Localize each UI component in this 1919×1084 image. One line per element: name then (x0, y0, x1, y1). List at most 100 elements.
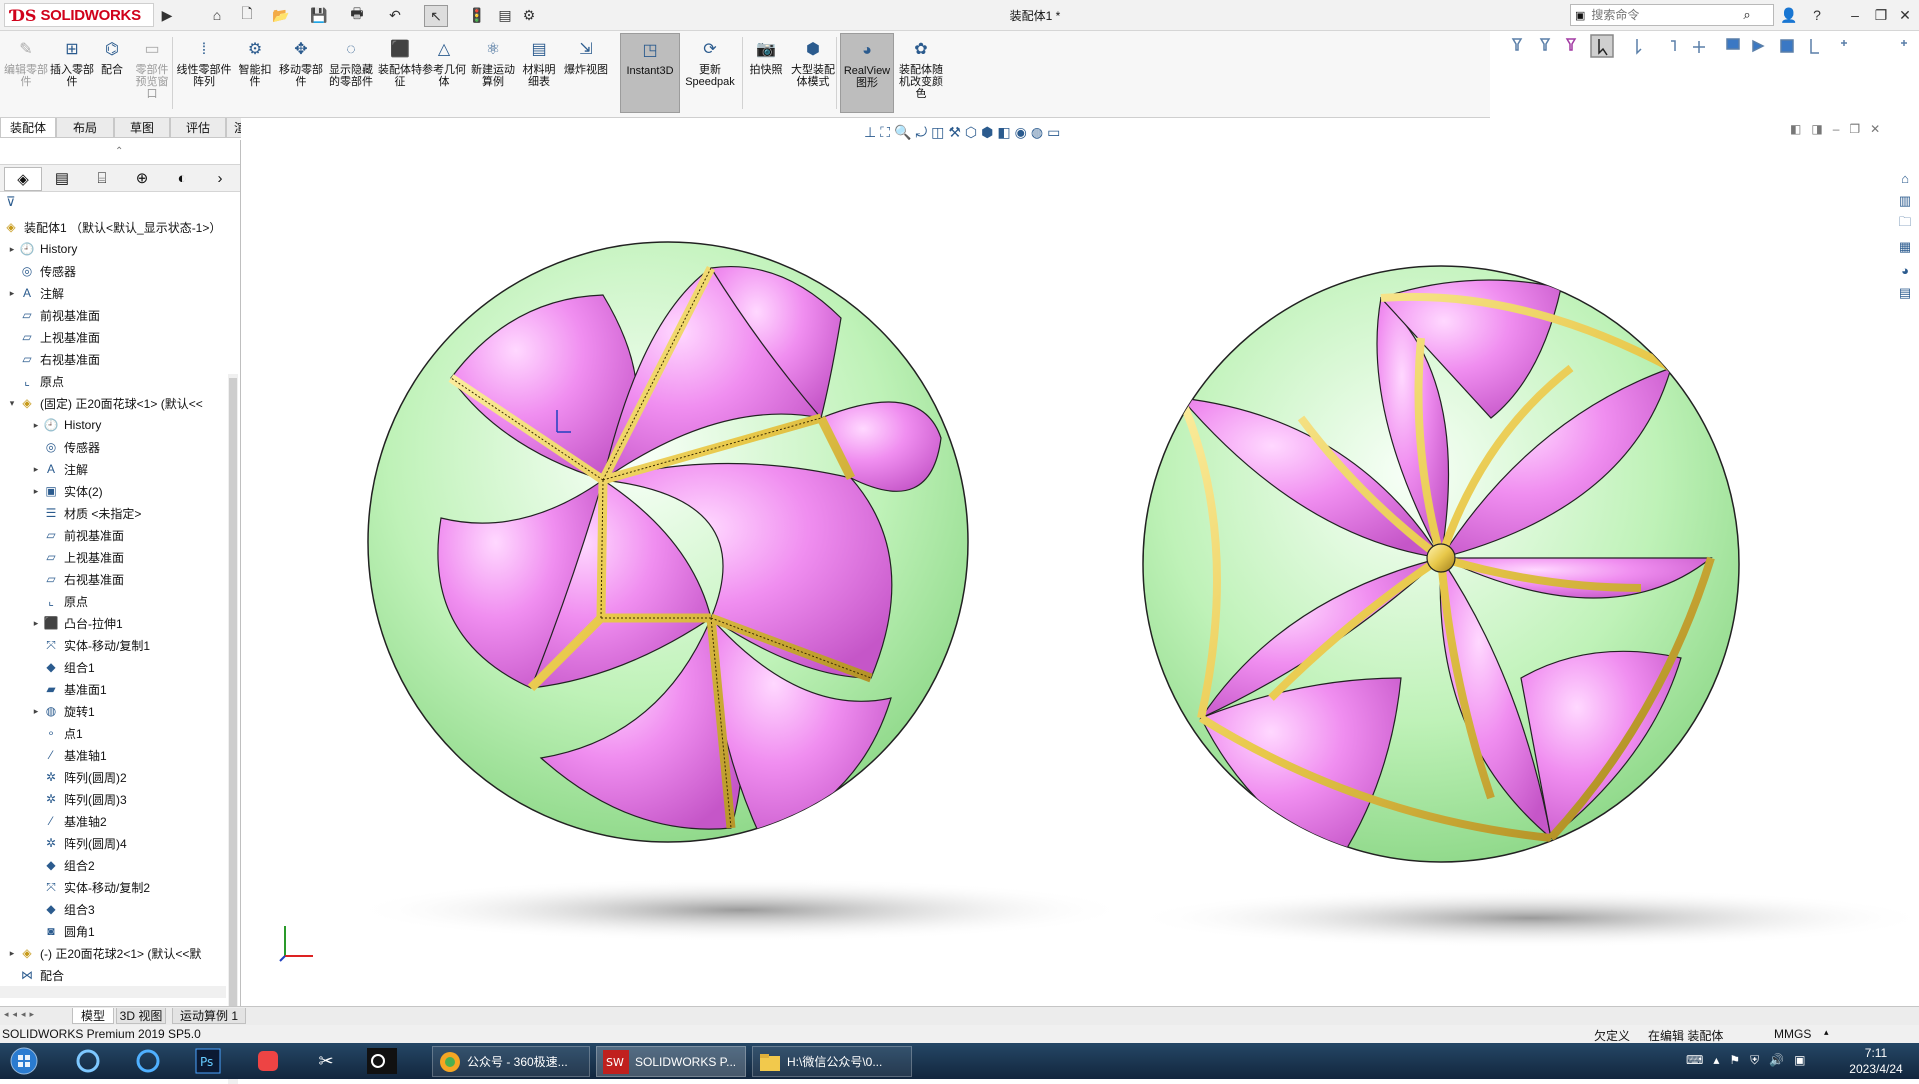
tree-item[interactable]: ✲ 阵列(圆周)3 (30, 788, 127, 810)
tab-2[interactable]: 草图 (114, 118, 170, 138)
view-cube-icon[interactable]: ⬡ (965, 124, 977, 141)
tray-network-icon[interactable]: ▣ (1794, 1053, 1805, 1068)
unit-caret-icon[interactable]: ▴ (1824, 1027, 1829, 1038)
print-icon[interactable]: 🖶 (346, 5, 368, 25)
search-input[interactable] (1589, 7, 1744, 23)
ribbon-button-large-assembly[interactable]: ⬢ 大型装配体模式 (790, 33, 836, 113)
ribbon-button-insert-component[interactable]: ⊞ 插入零部件 (50, 33, 94, 113)
filter-toolbar-icons[interactable] (1491, 31, 1919, 63)
expand-caret-icon[interactable]: ▸ (6, 948, 18, 959)
left-flower-ball[interactable] (367, 241, 969, 843)
tree-item[interactable]: ◎ 传感器 (30, 436, 100, 458)
feature-manager-tab-icon[interactable]: ◈ (4, 167, 42, 191)
tab-nav-arrows-icon[interactable]: ◂◂◂▸ (4, 1009, 38, 1020)
zoom-to-area-icon[interactable]: 🔍 (894, 124, 911, 141)
panel-scrollbar[interactable] (228, 374, 238, 1084)
hide-show-items-icon[interactable]: ◧ (997, 124, 1010, 141)
tree-item[interactable]: ▸ 🕘 History (30, 414, 102, 436)
tab-0[interactable]: 装配体 (0, 118, 56, 138)
search-box[interactable]: ▣ ⌕ (1570, 4, 1774, 26)
close-icon[interactable]: ✕ (1894, 4, 1916, 26)
ribbon-button-mate[interactable]: ⌬ 配合 (96, 33, 128, 113)
tab-1[interactable]: 布局 (56, 118, 114, 138)
help-icon[interactable]: ? (1806, 4, 1828, 26)
viewport-minimize-icon[interactable]: – (1833, 122, 1840, 136)
tree-item[interactable]: ◆ 组合1 (30, 656, 94, 678)
section-view-icon[interactable]: ◫ (931, 124, 944, 141)
model-viewport[interactable] (241, 118, 1919, 1008)
previous-view-icon[interactable]: ⤾ (915, 124, 927, 141)
ribbon-button-speedpak[interactable]: ⟳ 更新Speedpak (680, 33, 740, 113)
tree-item[interactable]: ▸ ▣ 实体(2) (30, 480, 103, 502)
tree-item[interactable]: ⤧ 实体-移动/复制2 (30, 876, 150, 898)
tree-item[interactable]: ▱ 前视基准面 (30, 524, 124, 546)
tree-item[interactable]: ▱ 前视基准面 (6, 304, 100, 326)
tree-item[interactable]: ▸ 🕘 History (6, 238, 78, 260)
tree-item[interactable]: ⁄ 基准轴1 (30, 744, 107, 766)
ribbon-button-reference-geometry[interactable]: △ 参考几何体 (420, 33, 468, 113)
undo-icon[interactable]: ↶ (384, 5, 406, 25)
zoom-to-fit-icon[interactable]: ⛶ (880, 124, 890, 141)
taskbar-app-red-icon[interactable] (246, 1046, 290, 1076)
ribbon-button-component-preview[interactable]: ▭ 零部件预览窗口 (132, 33, 172, 113)
ribbon-button-realview[interactable]: ◕ RealView图形 (840, 33, 894, 113)
viewport-restore-icon[interactable]: ❐ (1849, 122, 1860, 136)
ribbon-button-random-color[interactable]: ✿ 装配体随机改变颜色 (894, 33, 948, 113)
new-document-icon[interactable]: 🗋 (236, 5, 258, 25)
tree-item[interactable]: ▱ 上视基准面 (30, 546, 124, 568)
right-flower-ball[interactable] (1142, 265, 1740, 863)
expand-caret-icon[interactable]: ▸ (6, 244, 18, 255)
taskbar-app-scissors-icon[interactable]: ✂ (304, 1046, 348, 1076)
clock[interactable]: 7:11 2023/4/24 (1846, 1045, 1906, 1077)
viewport-tile2-icon[interactable]: ◨ (1811, 122, 1822, 136)
tree-item[interactable]: ⋈ 配合 (6, 964, 64, 986)
ribbon-button-instant3d[interactable]: ◳ Instant3D (620, 33, 680, 113)
tree-item[interactable]: ∘ 点1 (30, 722, 82, 744)
expand-caret-icon[interactable]: ▸ (6, 288, 18, 299)
file-explorer-icon[interactable]: 🗀 (1894, 214, 1916, 234)
apply-scene-icon[interactable]: ◍ (1031, 124, 1043, 141)
tree-root-assembly[interactable]: ◈ 装配体1 （默认<默认_显示状态-1>） (2, 216, 221, 238)
expand-caret-icon[interactable]: ▾ (6, 398, 18, 409)
select-cursor-icon[interactable]: ↖ (424, 5, 448, 27)
tray-shield-icon[interactable]: ⛨ (1750, 1053, 1759, 1068)
expand-caret-icon[interactable]: ▸ (30, 464, 42, 475)
panel-grip-icon[interactable]: ⌃ (115, 146, 123, 157)
expand-caret-icon[interactable]: ▸ (30, 420, 42, 431)
solidworks-logo[interactable]: ƊS SOLIDWORKS (4, 3, 154, 27)
view-settings-icon[interactable]: ▭ (1047, 124, 1060, 141)
options-gear-icon[interactable]: ⚙ (518, 5, 540, 25)
tree-item[interactable]: ⤧ 实体-移动/复制1 (30, 634, 150, 656)
tree-item[interactable]: ⌞ 原点 (6, 370, 64, 392)
home-icon[interactable]: ⌂ (206, 5, 228, 25)
tree-item[interactable]: ◆ 组合2 (30, 854, 94, 876)
viewport-tile-icon[interactable]: ◧ (1790, 122, 1801, 136)
taskbar-task-explorer[interactable]: H:\微信公众号\0... (752, 1046, 912, 1077)
tree-item[interactable]: ✲ 阵列(圆周)4 (30, 832, 127, 854)
heads-up-view-toolbar[interactable]: ⊥ ⛶ 🔍 ⤾ ◫ ⚒ ⬡ ⬢ ◧ ◉ ◍ ▭ (864, 121, 1304, 143)
display-style-icon[interactable]: ⬢ (981, 124, 993, 141)
design-library-icon[interactable]: ▥ (1894, 191, 1916, 211)
user-icon[interactable]: 👤 (1778, 4, 1800, 26)
dimxpert-tab-icon[interactable]: ⊕ (124, 167, 160, 189)
tree-item[interactable]: ▸ A 注解 (6, 282, 64, 304)
edit-appearance-icon[interactable]: ◉ (1015, 124, 1027, 141)
property-manager-tab-icon[interactable]: ▤ (44, 167, 80, 189)
tree-item[interactable]: ◆ 组合3 (30, 898, 94, 920)
filter-icon[interactable]: ⊽ (6, 194, 16, 210)
view-palette-icon[interactable]: ▦ (1894, 237, 1916, 257)
ribbon-button-motion-study[interactable]: ⚛ 新建运动算例 (470, 33, 516, 113)
tray-arrow-icon[interactable]: ▴ (1713, 1053, 1719, 1068)
tree-item[interactable]: ◙ 圆角1 (30, 920, 94, 942)
model-tab-1[interactable]: 3D 视图 (116, 1008, 166, 1024)
expand-caret-icon[interactable]: ▸ (30, 486, 42, 497)
menu-expand-icon[interactable]: ▶ (156, 5, 178, 25)
photoshop-icon[interactable]: Ps (186, 1046, 230, 1076)
tree-item[interactable]: ▱ 上视基准面 (6, 326, 100, 348)
taskbar-app-dark-icon[interactable] (360, 1046, 404, 1076)
expand-caret-icon[interactable]: ▸ (30, 706, 42, 717)
ribbon-button-bom[interactable]: ▤ 材料明细表 (518, 33, 560, 113)
tree-item[interactable]: ▱ 右视基准面 (30, 568, 124, 590)
horizontal-scrollbar[interactable] (0, 986, 226, 998)
open-folder-icon[interactable]: 📂 (270, 5, 292, 25)
